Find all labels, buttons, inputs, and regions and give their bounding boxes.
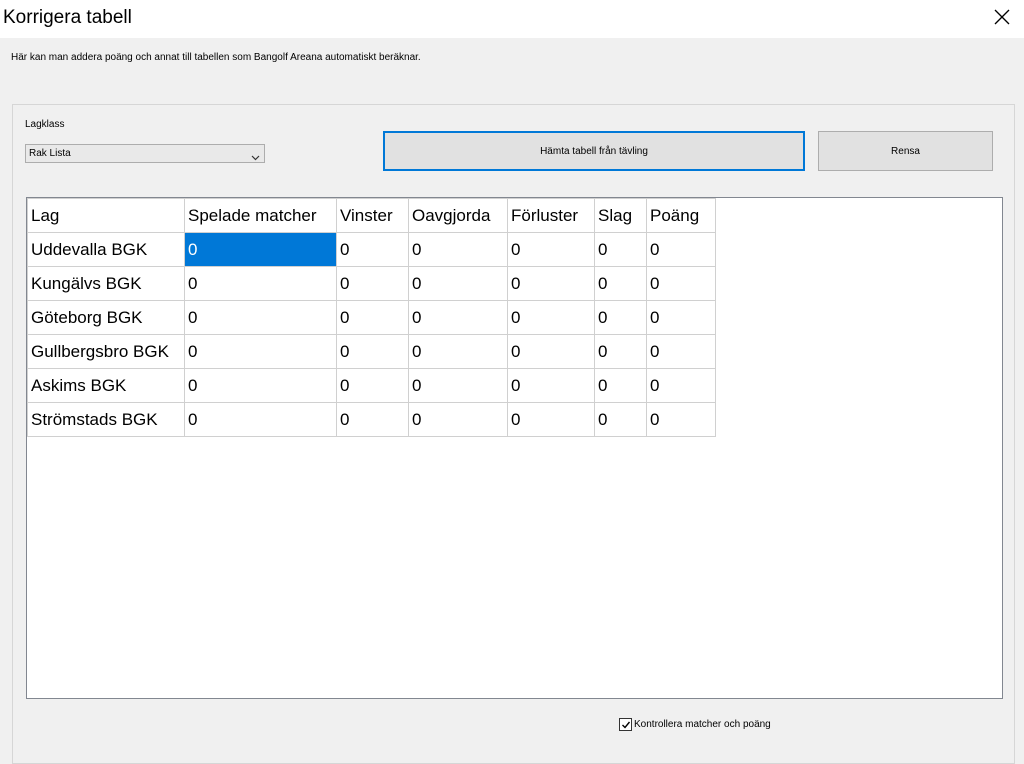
value-cell[interactable]: 0 <box>184 402 337 437</box>
value-cell[interactable]: 0 <box>336 232 409 267</box>
lagklass-label: Lagklass <box>25 119 65 130</box>
column-header[interactable]: Oavgjorda <box>408 198 508 233</box>
value-cell[interactable]: 0 <box>336 334 409 369</box>
value-cell[interactable]: 0 <box>594 402 647 437</box>
value-cell[interactable]: 0 <box>336 368 409 403</box>
standings-table: Lag Spelade matcher Vinster Oavgjorda Förlus… <box>27 198 716 437</box>
value-cell[interactable]: 0 <box>184 266 337 301</box>
column-header[interactable]: Spelade matcher <box>184 198 337 233</box>
value-cell[interactable]: 0 <box>507 368 595 403</box>
column-header[interactable]: Lag <box>27 198 185 233</box>
value-cell[interactable]: 0 <box>594 334 647 369</box>
team-name-cell[interactable]: Askims BGK <box>27 368 185 403</box>
value-cell[interactable]: 0 <box>408 300 508 335</box>
clear-button[interactable]: Rensa <box>818 131 993 171</box>
title-bar: Korrigera tabell <box>0 0 1024 38</box>
value-cell[interactable]: 0 <box>594 368 647 403</box>
value-cell[interactable]: 0 <box>507 300 595 335</box>
value-cell[interactable]: 0 <box>507 232 595 267</box>
verify-checkbox-label: Kontrollera matcher och poäng <box>634 719 771 730</box>
table-row: Askims BGK 0 0 0 0 0 0 <box>27 368 716 403</box>
team-name-cell[interactable]: Strömstads BGK <box>27 402 185 437</box>
lagklass-select[interactable]: Rak Lista <box>25 144 265 163</box>
value-cell[interactable]: 0 <box>507 266 595 301</box>
verify-checkbox[interactable] <box>619 718 632 731</box>
column-header[interactable]: Vinster <box>336 198 409 233</box>
value-cell[interactable]: 0 <box>646 334 716 369</box>
team-name-cell[interactable]: Uddevalla BGK <box>27 232 185 267</box>
column-header[interactable]: Poäng <box>646 198 716 233</box>
table-row: Strömstads BGK 0 0 0 0 0 0 <box>27 402 716 437</box>
value-cell[interactable]: 0 <box>184 368 337 403</box>
table-row: Kungälvs BGK 0 0 0 0 0 0 <box>27 266 716 301</box>
verify-checkbox-row[interactable]: Kontrollera matcher och poäng <box>619 718 771 731</box>
team-name-cell[interactable]: Kungälvs BGK <box>27 266 185 301</box>
standings-grid[interactable]: Lag Spelade matcher Vinster Oavgjorda Förlus… <box>26 197 1003 699</box>
value-cell[interactable]: 0 <box>594 266 647 301</box>
value-cell[interactable]: 0 <box>646 266 716 301</box>
value-cell[interactable]: 0 <box>594 232 647 267</box>
info-text: Här kan man addera poäng och annat till … <box>11 52 421 63</box>
team-name-cell[interactable]: Gullbergsbro BGK <box>27 334 185 369</box>
value-cell[interactable]: 0 <box>408 368 508 403</box>
value-cell[interactable]: 0 <box>184 300 337 335</box>
value-cell[interactable]: 0 <box>507 402 595 437</box>
value-cell[interactable]: 0 <box>646 402 716 437</box>
value-cell[interactable]: 0 <box>408 334 508 369</box>
value-cell[interactable]: 0 <box>184 334 337 369</box>
value-cell[interactable]: 0 <box>507 334 595 369</box>
value-cell[interactable]: 0 <box>408 402 508 437</box>
table-row: Gullbergsbro BGK 0 0 0 0 0 0 <box>27 334 716 369</box>
table-row: Uddevalla BGK 0 0 0 0 0 0 <box>27 232 716 267</box>
window-title: Korrigera tabell <box>3 7 132 28</box>
table-row: Göteborg BGK 0 0 0 0 0 0 <box>27 300 716 335</box>
table-header-row: Lag Spelade matcher Vinster Oavgjorda Förlus… <box>27 198 716 233</box>
value-cell[interactable]: 0 <box>594 300 647 335</box>
value-cell[interactable]: 0 <box>408 266 508 301</box>
value-cell[interactable]: 0 <box>184 232 337 267</box>
column-header[interactable]: Förluster <box>507 198 595 233</box>
team-name-cell[interactable]: Göteborg BGK <box>27 300 185 335</box>
value-cell[interactable]: 0 <box>646 368 716 403</box>
column-header[interactable]: Slag <box>594 198 647 233</box>
lagklass-selected-value: Rak Lista <box>29 148 71 159</box>
value-cell[interactable]: 0 <box>646 300 716 335</box>
close-icon[interactable] <box>988 3 1016 31</box>
value-cell[interactable]: 0 <box>336 300 409 335</box>
chevron-down-icon <box>251 149 260 167</box>
value-cell[interactable]: 0 <box>646 232 716 267</box>
fetch-table-button[interactable]: Hämta tabell från tävling <box>383 131 805 171</box>
value-cell[interactable]: 0 <box>336 402 409 437</box>
value-cell[interactable]: 0 <box>408 232 508 267</box>
value-cell[interactable]: 0 <box>336 266 409 301</box>
